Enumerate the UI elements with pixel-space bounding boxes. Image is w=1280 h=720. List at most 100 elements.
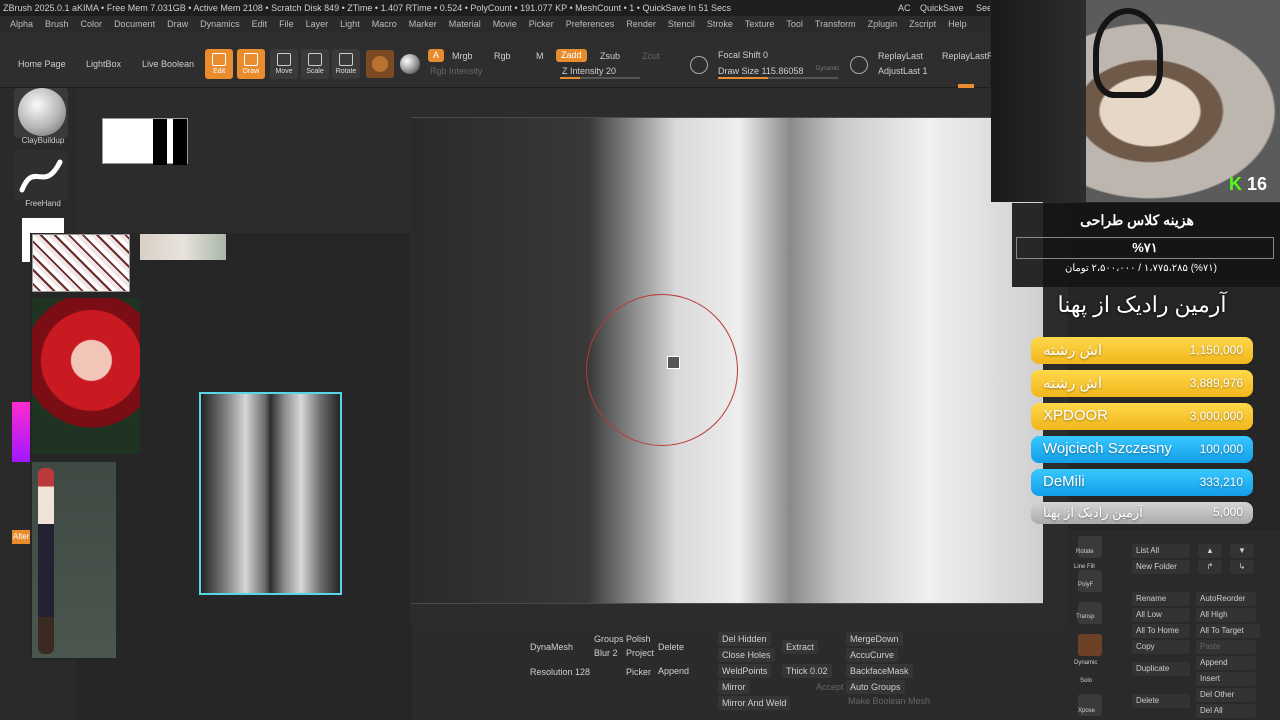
accept-button[interactable]: Accept xyxy=(816,682,844,692)
menu-render[interactable]: Render xyxy=(626,19,656,29)
thick-slider[interactable]: Thick 0.02 xyxy=(782,664,832,678)
menu-light[interactable]: Light xyxy=(340,19,360,29)
paste-button[interactable]: Paste xyxy=(1196,640,1256,654)
menu-material[interactable]: Material xyxy=(449,19,481,29)
reference-image-manga[interactable] xyxy=(32,234,130,292)
dynamic-icon[interactable] xyxy=(1078,634,1102,656)
resolution-slider[interactable]: Resolution 128 xyxy=(530,667,590,677)
rename-button[interactable]: Rename xyxy=(1132,592,1190,606)
append-button[interactable]: Append xyxy=(658,666,689,676)
move-button[interactable]: Move xyxy=(270,49,298,79)
del-other-button[interactable]: Del Other xyxy=(1196,688,1256,702)
menu-macro[interactable]: Macro xyxy=(372,19,397,29)
menu-dynamics[interactable]: Dynamics xyxy=(200,19,240,29)
duplicate-button[interactable]: Duplicate xyxy=(1132,662,1190,676)
see-label[interactable]: See xyxy=(976,3,990,13)
polish-toggle[interactable]: Polish xyxy=(626,634,651,644)
del-all-button[interactable]: Del All xyxy=(1196,704,1256,718)
mrgb-toggle[interactable]: Mrgb xyxy=(452,51,473,61)
weldpoints-button[interactable]: WeldPoints xyxy=(718,664,772,678)
rgb-toggle[interactable]: Rgb xyxy=(494,51,511,61)
menu-document[interactable]: Document xyxy=(114,19,155,29)
a-toggle[interactable]: A xyxy=(428,49,445,62)
arrow-down-icon[interactable]: ▼ xyxy=(1230,544,1254,558)
menu-layer[interactable]: Layer xyxy=(306,19,329,29)
ac-label[interactable]: AC xyxy=(898,3,911,13)
close-holes-button[interactable]: Close Holes xyxy=(718,648,775,662)
scale-button[interactable]: Scale xyxy=(301,49,329,79)
all-high-button[interactable]: All High xyxy=(1196,608,1256,622)
auto-reorder-button[interactable]: AutoReorder xyxy=(1196,592,1256,606)
menu-movie[interactable]: Movie xyxy=(493,19,517,29)
reference-image-legs[interactable] xyxy=(199,392,342,595)
dynamic-toggle[interactable]: Dynamic xyxy=(816,66,839,72)
live-boolean-button[interactable]: Live Boolean xyxy=(142,59,194,69)
move-down-icon[interactable]: ↳ xyxy=(1230,560,1254,574)
all-to-target-button[interactable]: All To Target xyxy=(1196,624,1260,638)
list-all-button[interactable]: List All xyxy=(1132,544,1190,558)
claybuildup-brush-button[interactable] xyxy=(14,88,68,138)
menu-transform[interactable]: Transform xyxy=(815,19,856,29)
focal-shift-slider[interactable]: Focal Shift 0 xyxy=(718,50,768,60)
rgb-intensity-slider[interactable]: Rgb Intensity xyxy=(430,66,483,76)
home-page-button[interactable]: Home Page xyxy=(18,59,66,69)
draw-size-slider[interactable]: Draw Size 115.86058 xyxy=(718,66,803,76)
all-low-button[interactable]: All Low xyxy=(1132,608,1190,622)
draw-button[interactable]: Draw xyxy=(237,49,265,79)
backface-mask-toggle[interactable]: BackfaceMask xyxy=(846,664,913,678)
replay-last-button[interactable]: ReplayLast xyxy=(878,51,923,61)
move-up-icon[interactable]: ↱ xyxy=(1198,560,1222,574)
quicksave-button[interactable]: QuickSave xyxy=(920,3,964,13)
menu-marker[interactable]: Marker xyxy=(409,19,437,29)
picker-toggle[interactable]: Picker xyxy=(626,667,651,677)
freehand-stroke-button[interactable] xyxy=(14,150,68,200)
texture-sphere-icon[interactable] xyxy=(400,54,420,74)
new-folder-button[interactable]: New Folder xyxy=(1132,560,1190,574)
reference-image-figure[interactable] xyxy=(32,462,116,658)
reference-image-skin[interactable] xyxy=(140,234,226,260)
insert-button[interactable]: Insert xyxy=(1196,672,1256,686)
lightbox-button[interactable]: LightBox xyxy=(86,59,121,69)
auto-groups-button[interactable]: Auto Groups xyxy=(846,680,905,694)
menu-texture[interactable]: Texture xyxy=(745,19,775,29)
polyf-icon[interactable] xyxy=(1078,570,1102,592)
menu-alpha[interactable]: Alpha xyxy=(10,19,33,29)
mirror-button[interactable]: Mirror xyxy=(718,680,750,694)
solo-label[interactable]: Solo xyxy=(1080,678,1092,684)
replay-icon[interactable] xyxy=(850,56,868,74)
make-boolean-mesh-button[interactable]: Make Boolean Mesh xyxy=(848,696,930,706)
append-subtool-button[interactable]: Append xyxy=(1196,656,1256,670)
adjust-last-slider[interactable]: AdjustLast 1 xyxy=(878,66,928,76)
edit-button[interactable]: Edit xyxy=(205,49,233,79)
del-hidden-button[interactable]: Del Hidden xyxy=(718,632,771,646)
blur-slider[interactable]: Blur 2 xyxy=(594,648,618,658)
material-swatch[interactable] xyxy=(366,50,394,78)
dynamesh-button[interactable]: DynaMesh xyxy=(530,642,573,652)
menu-tool[interactable]: Tool xyxy=(786,19,803,29)
reference-image-portrait[interactable] xyxy=(32,298,140,454)
menu-picker[interactable]: Picker xyxy=(529,19,554,29)
project-toggle[interactable]: Project xyxy=(626,648,654,658)
menu-draw[interactable]: Draw xyxy=(167,19,188,29)
accucurve-toggle[interactable]: AccuCurve xyxy=(846,648,899,662)
rotate-button[interactable]: Rotate xyxy=(332,49,360,79)
color-picker-strip[interactable] xyxy=(12,402,32,462)
delete-subtool-button[interactable]: Delete xyxy=(658,642,684,652)
reference-image-bw[interactable] xyxy=(102,118,188,165)
zadd-toggle[interactable]: Zadd xyxy=(556,49,587,62)
menu-zscript[interactable]: Zscript xyxy=(909,19,936,29)
transp-icon[interactable] xyxy=(1078,602,1102,624)
menu-preferences[interactable]: Preferences xyxy=(566,19,615,29)
zsub-toggle[interactable]: Zsub xyxy=(600,51,620,61)
copy-button[interactable]: Copy xyxy=(1132,640,1190,654)
menu-stroke[interactable]: Stroke xyxy=(707,19,733,29)
all-to-home-button[interactable]: All To Home xyxy=(1132,624,1190,638)
merge-down-button[interactable]: MergeDown xyxy=(846,632,903,646)
arrow-up-icon[interactable]: ▲ xyxy=(1198,544,1222,558)
menu-brush[interactable]: Brush xyxy=(45,19,69,29)
mirror-and-weld-button[interactable]: Mirror And Weld xyxy=(718,696,791,710)
groups-toggle[interactable]: Groups xyxy=(594,634,624,644)
menu-file[interactable]: File xyxy=(279,19,294,29)
m-toggle[interactable]: M xyxy=(536,51,544,61)
menu-stencil[interactable]: Stencil xyxy=(668,19,695,29)
